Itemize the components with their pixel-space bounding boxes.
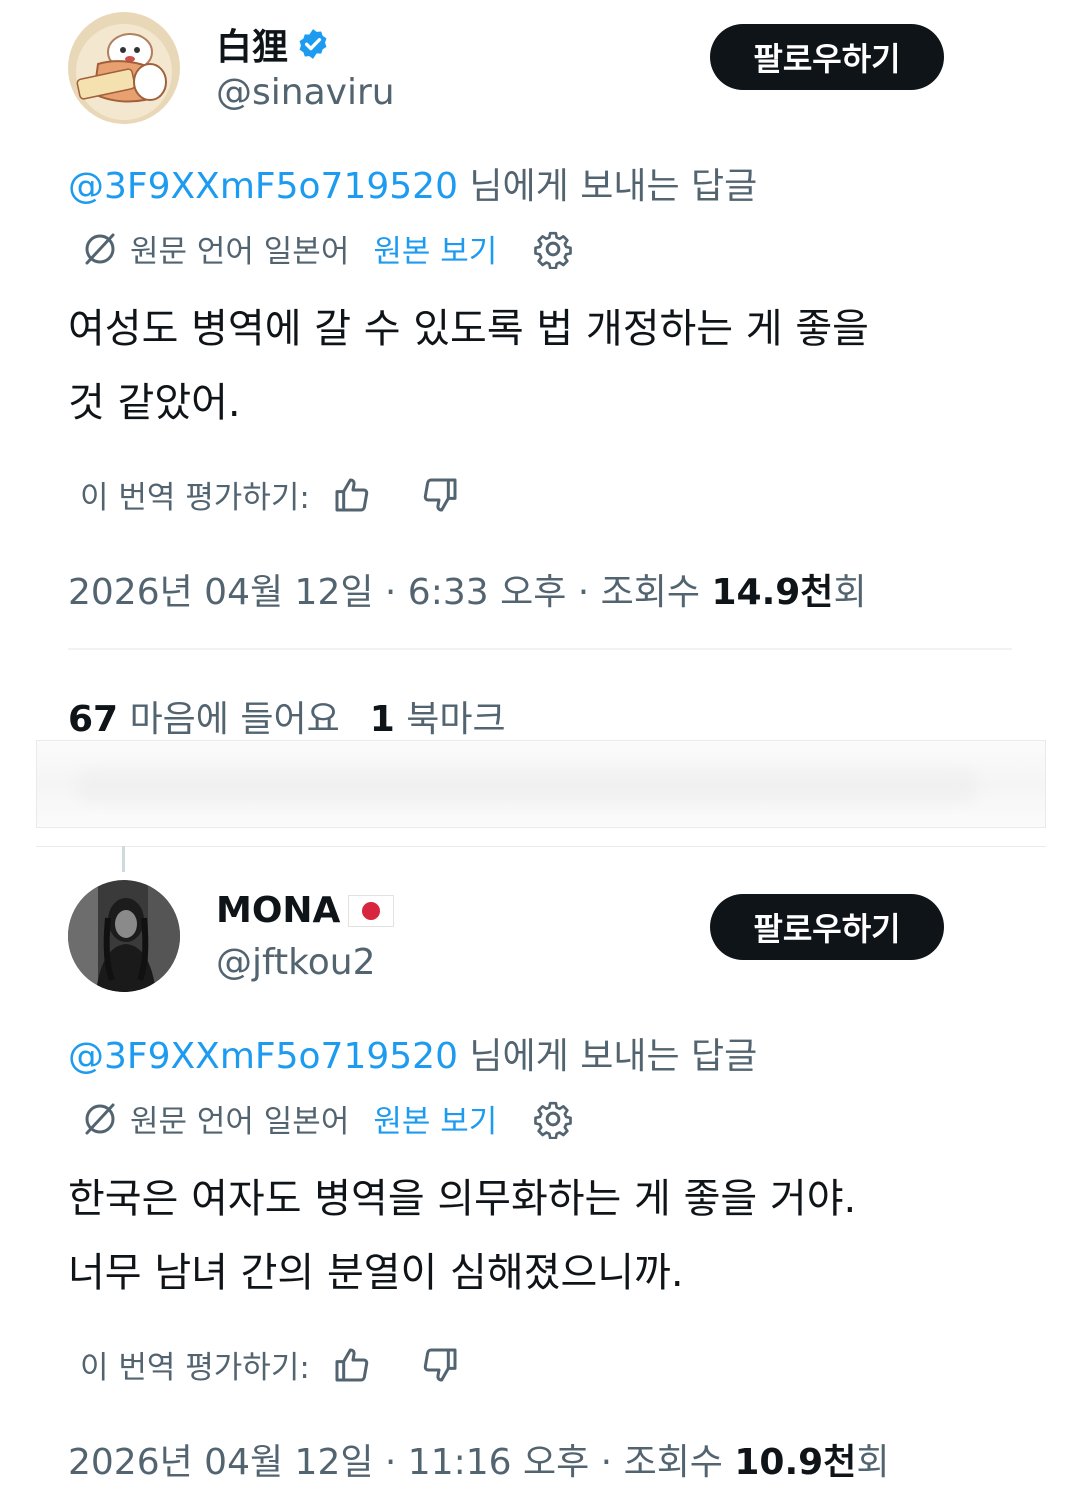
views-suffix: 회 bbox=[856, 1442, 890, 1483]
reply-suffix: 님에게 보내는 답글 bbox=[457, 1036, 758, 1077]
bookmarks-label: 북마크 bbox=[406, 699, 506, 740]
translate-icon bbox=[85, 233, 115, 264]
divider bbox=[68, 648, 1012, 650]
avatar[interactable] bbox=[68, 880, 180, 992]
view-count: 10.9천 bbox=[734, 1442, 857, 1483]
tweet-text-line: 한국은 여자도 병역을 의무화하는 게 좋을 거야. bbox=[68, 1176, 857, 1222]
bookmarks-count: 1 bbox=[369, 699, 395, 740]
translation-settings[interactable] bbox=[533, 1099, 573, 1139]
translation-settings[interactable] bbox=[533, 229, 573, 269]
source-language: 원문 언어 일본어 bbox=[130, 1104, 350, 1140]
likes-stat[interactable]: 67 마음에 들어요 bbox=[68, 699, 340, 740]
redacted-area bbox=[36, 740, 1046, 828]
gear-icon bbox=[534, 1101, 573, 1139]
translation-info: 원문 언어 일본어 원본 보기 bbox=[80, 226, 573, 271]
tweet-text-line: 너무 남녀 간의 분열이 심해졌으니까. bbox=[68, 1250, 684, 1296]
thumbs-down-button[interactable] bbox=[420, 1345, 460, 1385]
tweet-jftkou2: MONA @jftkou2 팔로우하기 @3F9XXmF5o719520 님에게… bbox=[0, 860, 1080, 1495]
view-count: 14.9천 bbox=[711, 572, 834, 613]
reply-to-line: @3F9XXmF5o719520 님에게 보내는 답글 bbox=[68, 1027, 757, 1079]
thumbs-down-icon bbox=[423, 1348, 457, 1381]
thumbs-down-icon bbox=[423, 478, 457, 511]
reply-to-line: @3F9XXmF5o719520 님에게 보내는 답글 bbox=[68, 157, 757, 209]
rate-translation: 이 번역 평가하기: bbox=[80, 1342, 460, 1387]
rate-label: 이 번역 평가하기: bbox=[80, 1350, 310, 1386]
tweet-text: 한국은 여자도 병역을 의무화하는 게 좋을 거야. 너무 남녀 간의 분열이 … bbox=[68, 1162, 1008, 1310]
tweet-sinaviru: 白狸 @sinaviru 팔로우하기 @3F9XXmF5o719520 님에게 … bbox=[0, 0, 1080, 740]
display-name[interactable]: 白狸 bbox=[216, 18, 330, 70]
japan-flag bbox=[348, 894, 395, 927]
thumbs-up-button[interactable] bbox=[332, 1345, 372, 1385]
engagement-stats: 67 마음에 들어요 1 북마크 bbox=[68, 690, 506, 742]
tweet-text-line: 여성도 병역에 갈 수 있도록 법 개정하는 게 좋을 bbox=[68, 306, 869, 352]
follow-button[interactable]: 팔로우하기 bbox=[710, 24, 944, 90]
translate-icon bbox=[85, 1103, 115, 1134]
redaction-smudge bbox=[77, 771, 977, 801]
tweet-text: 여성도 병역에 갈 수 있도록 법 개정하는 게 좋을 것 같았어. bbox=[68, 292, 1008, 440]
display-name[interactable]: MONA bbox=[216, 890, 395, 931]
timestamp[interactable]: 2026년 04월 12일 · 6:33 오후 · 조회수 bbox=[68, 572, 711, 613]
timestamp-views: 2026년 04월 12일 · 6:33 오후 · 조회수 14.9천회 bbox=[68, 563, 867, 615]
thumbs-up-icon bbox=[335, 1348, 369, 1381]
reply-mention-link[interactable]: @3F9XXmF5o719520 bbox=[68, 166, 458, 207]
follow-button[interactable]: 팔로우하기 bbox=[710, 894, 944, 960]
thumbs-up-button[interactable] bbox=[332, 475, 372, 515]
likes-count: 67 bbox=[68, 699, 119, 740]
handle[interactable]: @jftkou2 bbox=[216, 942, 375, 983]
tweet-text-line: 것 같았어. bbox=[68, 380, 241, 426]
verified-badge-icon bbox=[299, 29, 327, 59]
bookmarks-stat[interactable]: 1 북마크 bbox=[370, 699, 506, 740]
views-suffix: 회 bbox=[833, 572, 867, 613]
rate-label: 이 번역 평가하기: bbox=[80, 480, 310, 516]
translation-info: 원문 언어 일본어 원본 보기 bbox=[80, 1096, 573, 1141]
rate-translation: 이 번역 평가하기: bbox=[80, 472, 460, 517]
avatar[interactable] bbox=[68, 12, 180, 124]
divider bbox=[36, 846, 1046, 847]
timestamp[interactable]: 2026년 04월 12일 · 11:16 오후 · 조회수 bbox=[68, 1442, 734, 1483]
likes-label: 마음에 들어요 bbox=[129, 699, 340, 740]
gear-icon bbox=[534, 231, 573, 269]
handle[interactable]: @sinaviru bbox=[216, 72, 395, 113]
timestamp-views: 2026년 04월 12일 · 11:16 오후 · 조회수 10.9천회 bbox=[68, 1433, 889, 1485]
source-language: 원문 언어 일본어 bbox=[130, 234, 350, 270]
reply-mention-link[interactable]: @3F9XXmF5o719520 bbox=[68, 1036, 458, 1077]
reply-suffix: 님에게 보내는 답글 bbox=[457, 166, 758, 207]
show-original-link[interactable]: 원본 보기 bbox=[373, 226, 497, 271]
thumbs-down-button[interactable] bbox=[420, 475, 460, 515]
show-original-link[interactable]: 원본 보기 bbox=[373, 1096, 497, 1141]
thumbs-up-icon bbox=[335, 478, 369, 511]
